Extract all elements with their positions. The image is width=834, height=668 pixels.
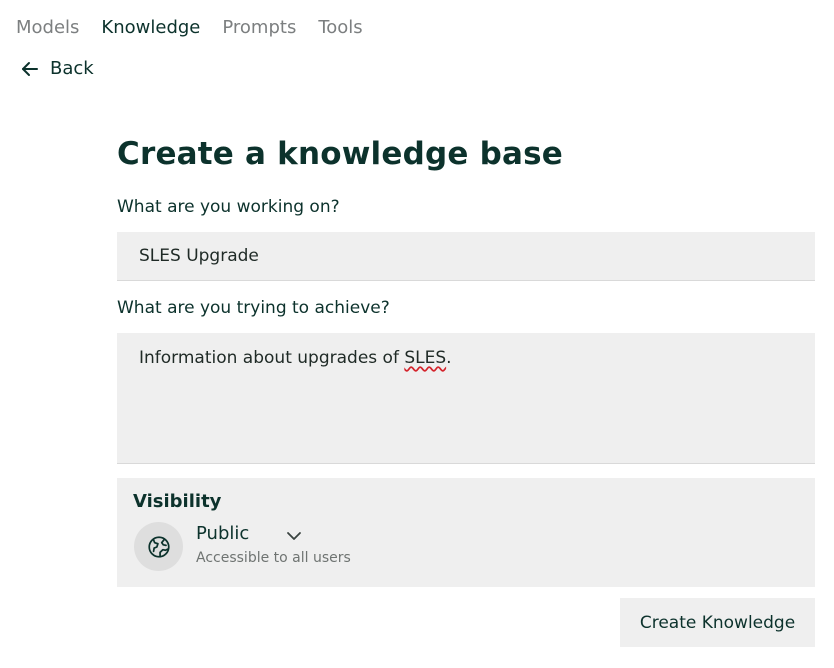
description-text-after: . [446,348,452,368]
description-text: Information about upgrades of SLES. [139,347,452,369]
chevron-down-icon[interactable] [286,528,302,547]
top-nav: Models Knowledge Prompts Tools [16,14,363,42]
description-label: What are you trying to achieve? [117,298,390,318]
page-title: Create a knowledge base [117,136,563,172]
tab-knowledge[interactable]: Knowledge [101,14,200,42]
visibility-select[interactable]: Public [196,523,249,544]
back-label: Back [50,58,94,79]
misspelled-word: SLES [404,348,447,368]
tab-models[interactable]: Models [16,14,79,42]
globe-icon [134,522,183,571]
visibility-section: Visibility Public Accessible to all user… [117,478,815,587]
arrow-left-icon [20,59,40,79]
create-knowledge-button[interactable]: Create Knowledge [620,598,815,647]
visibility-description: Accessible to all users [196,550,351,566]
back-button[interactable]: Back [20,55,94,83]
tab-prompts[interactable]: Prompts [222,14,296,42]
tab-tools[interactable]: Tools [318,14,362,42]
visibility-title: Visibility [133,491,222,512]
description-text-before: Information about upgrades of [139,348,405,368]
name-label: What are you working on? [117,197,340,217]
name-input[interactable] [117,232,815,281]
